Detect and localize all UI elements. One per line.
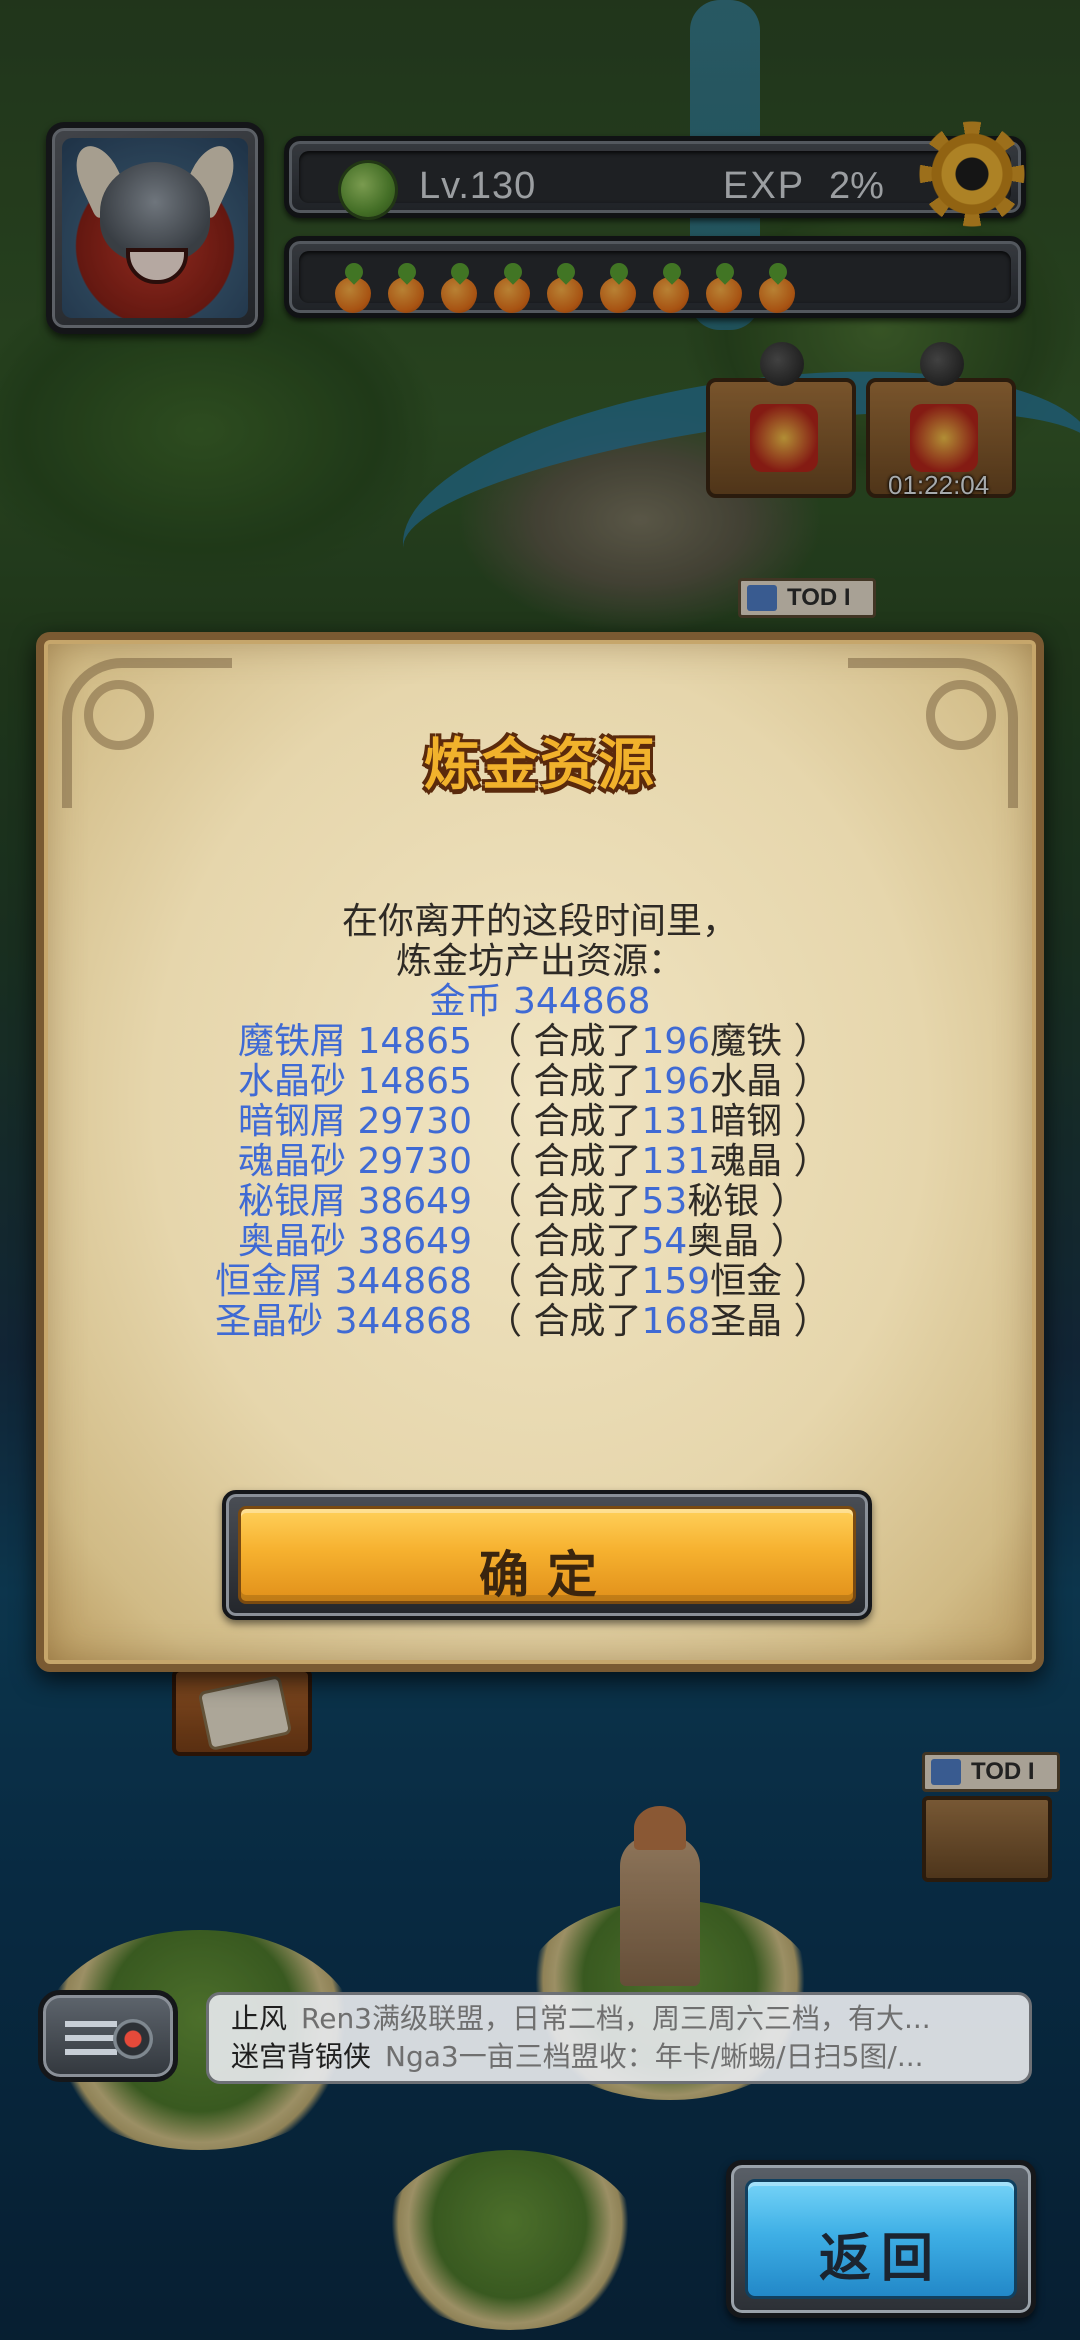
dialog-message: 在你离开的这段时间里， 炼金坊产出资源： 金币 344868 xyxy=(44,902,1036,1022)
resource-name-amount: 魂晶砂 29730 xyxy=(238,1141,472,1182)
resource-row: 魔铁屑 14865 （ 合成了196魔铁 ） xyxy=(144,1022,952,1062)
resource-name-amount: 圣晶砂 344868 xyxy=(215,1301,472,1342)
world-chat-box[interactable]: 止风 Ren3满级联盟，日常二档，周三周六三档，有大... 迷宫背锅侠 Nga3一亩… xyxy=(206,1992,1032,2084)
gold-line: 金币 344868 xyxy=(44,982,1036,1022)
confirm-button[interactable]: 确定 xyxy=(222,1490,872,1620)
resource-crafted: （ 合成了54奥晶 ） xyxy=(486,1221,807,1262)
resource-crafted: （ 合成了131魂晶 ） xyxy=(486,1141,830,1182)
resource-name-amount: 奥晶砂 38649 xyxy=(238,1221,472,1262)
resource-name-amount: 暗钢屑 29730 xyxy=(238,1101,472,1142)
resource-crafted: （ 合成了196水晶 ） xyxy=(486,1061,830,1102)
resource-name-amount: 恒金屑 344868 xyxy=(215,1261,472,1302)
resource-crafted: （ 合成了168圣晶 ） xyxy=(486,1301,830,1342)
resource-name-amount: 秘银屑 38649 xyxy=(238,1181,472,1222)
chat-message: 迷宫背锅侠 Nga3一亩三档盟收：年卡/蜥蜴/日扫5图/... xyxy=(231,2039,1021,2075)
radio-knob xyxy=(113,2019,153,2059)
chat-sender: 迷宫背锅侠 xyxy=(231,2040,372,2073)
resource-row: 圣晶砂 344868 （ 合成了168圣晶 ） xyxy=(144,1302,952,1342)
chat-sender: 止风 xyxy=(231,2002,288,2035)
resource-row: 恒金屑 344868 （ 合成了159恒金 ） xyxy=(144,1262,952,1302)
speaker-grill xyxy=(65,2021,117,2061)
back-button-face: 返回 xyxy=(745,2179,1017,2299)
resource-row: 奥晶砂 38649 （ 合成了54奥晶 ） xyxy=(144,1222,952,1262)
resource-crafted: （ 合成了159恒金 ） xyxy=(486,1261,830,1302)
gold-label: 金币 xyxy=(429,981,502,1022)
dialog-title: 炼金资源 xyxy=(424,733,656,798)
resource-crafted: （ 合成了131暗钢 ） xyxy=(486,1101,830,1142)
resource-name-amount: 水晶砂 14865 xyxy=(238,1061,472,1102)
radio-icon[interactable] xyxy=(38,1990,178,2082)
resource-row: 魂晶砂 29730 （ 合成了131魂晶 ） xyxy=(144,1142,952,1182)
message-line-2: 炼金坊产出资源： xyxy=(395,941,684,982)
chat-message: 止风 Ren3满级联盟，日常二档，周三周六三档，有大... xyxy=(231,2001,1021,2037)
chat-text: Ren3满级联盟，日常二档，周三周六三档，有大... xyxy=(301,2002,931,2035)
alchemy-resources-dialog: 炼金资源 在你离开的这段时间里， 炼金坊产出资源： 金币 344868 魔铁屑 … xyxy=(36,632,1044,1672)
resource-row: 暗钢屑 29730 （ 合成了131暗钢 ） xyxy=(144,1102,952,1142)
resource-row: 秘银屑 38649 （ 合成了53秘银 ） xyxy=(144,1182,952,1222)
resource-name-amount: 魔铁屑 14865 xyxy=(238,1021,472,1062)
resource-list: 魔铁屑 14865 （ 合成了196魔铁 ） 水晶砂 14865 （ 合成了196水晶… xyxy=(144,1022,952,1342)
resource-row: 水晶砂 14865 （ 合成了196水晶 ） xyxy=(144,1062,952,1102)
resource-crafted: （ 合成了53秘银 ） xyxy=(486,1181,807,1222)
confirm-button-label: 确定 xyxy=(479,1546,615,1604)
back-button-label: 返回 xyxy=(818,2229,943,2289)
chat-text: Nga3一亩三档盟收：年卡/蜥蜴/日扫5图/... xyxy=(385,2040,924,2073)
resource-crafted: （ 合成了196魔铁 ） xyxy=(486,1021,830,1062)
message-line-1: 在你离开的这段时间里， xyxy=(341,901,738,942)
confirm-button-face: 确定 xyxy=(238,1506,856,1604)
back-button[interactable]: 返回 xyxy=(726,2160,1036,2318)
gold-amount: 344868 xyxy=(513,981,651,1022)
